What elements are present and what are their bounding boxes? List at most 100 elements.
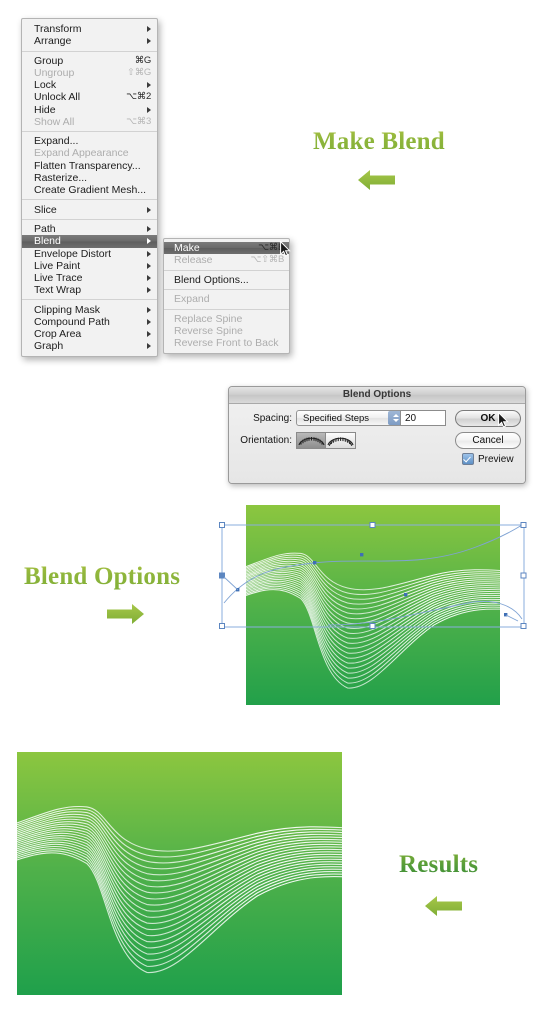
menu-item-label: Blend Options... — [174, 273, 249, 286]
align-to-page-button[interactable] — [296, 432, 327, 449]
menu-item-shortcut: ⌥⇧⌘B — [250, 254, 284, 266]
menu-item-live-trace[interactable]: Live Trace — [22, 272, 157, 284]
menu-item-unlock-all[interactable]: Unlock All ⌥⌘2 — [22, 91, 157, 103]
menu-item-lock[interactable]: Lock — [22, 79, 157, 91]
menu-item-live-paint[interactable]: Live Paint — [22, 260, 157, 272]
orientation-label: Orientation: — [240, 435, 292, 446]
menu-item-blend[interactable]: Blend — [22, 235, 157, 248]
menu-item-label: Text Wrap — [34, 284, 82, 297]
menu-item-show-all: Show All ⌥⌘3 — [22, 116, 157, 128]
submenu-item-expand: Expand — [164, 293, 289, 305]
menu-item-label: Path — [34, 223, 56, 236]
menu-item-shortcut: ⌘G — [134, 54, 152, 66]
ok-button[interactable]: OK — [455, 410, 521, 427]
menu-item-label: Ungroup — [34, 66, 75, 79]
submenu-item-make[interactable]: Make ⌥⌘B — [164, 242, 289, 255]
menu-item-create-gradient-mesh[interactable]: Create Gradient Mesh... — [22, 184, 157, 196]
chevron-right-icon — [147, 226, 151, 233]
page-title-results: Results — [399, 851, 479, 878]
cancel-button[interactable]: Cancel — [455, 432, 521, 449]
blend-submenu[interactable]: Make ⌥⌘B Release ⌥⇧⌘B Blend Options... Expand… — [163, 238, 290, 355]
menu-item-path[interactable]: Path — [22, 223, 157, 235]
menu-item-graph[interactable]: Graph — [22, 340, 157, 352]
arrow-left-make-blend-icon — [357, 168, 397, 192]
submenu-item-release: Release ⌥⇧⌘B — [164, 254, 289, 266]
steps-input[interactable]: 20 — [400, 410, 446, 426]
menu-item-label: Hide — [34, 103, 56, 116]
menu-item-text-wrap[interactable]: Text Wrap — [22, 284, 157, 296]
menu-item-crop-area[interactable]: Crop Area — [22, 328, 157, 340]
spacing-label: Spacing: — [253, 413, 292, 424]
menu-item-label: Compound Path — [34, 315, 110, 328]
chevron-right-icon — [147, 262, 151, 269]
menu-item-label: Rasterize... — [34, 171, 88, 184]
arrow-right-blend-options-icon — [105, 602, 145, 626]
chevron-right-icon — [147, 26, 151, 33]
preview-checkbox[interactable] — [462, 453, 474, 465]
menu-item-label: Slice — [34, 203, 57, 216]
chevron-right-icon — [147, 238, 151, 245]
chevron-right-icon — [147, 318, 151, 325]
chevron-right-icon — [147, 82, 151, 89]
arrow-left-results-icon — [424, 894, 464, 918]
menu-separator — [22, 218, 157, 220]
menu-separator — [22, 299, 157, 301]
menu-item-clipping-mask[interactable]: Clipping Mask — [22, 304, 157, 316]
menu-item-label: Transform — [34, 23, 82, 35]
menu-item-label: Live Paint — [34, 259, 81, 272]
blend-artwork-selected[interactable] — [246, 505, 500, 705]
object-menu[interactable]: Transform Arrange Group ⌘G Ungroup ⇧⌘G Lock Unl… — [21, 18, 158, 358]
chevron-right-icon — [147, 274, 151, 281]
menu-item-label: Lock — [34, 79, 57, 92]
menu-item-label: Make — [174, 242, 200, 254]
menu-item-label: Release — [174, 254, 213, 267]
menu-item-compound-path[interactable]: Compound Path — [22, 316, 157, 328]
menu-item-group[interactable]: Group ⌘G — [22, 55, 157, 67]
menu-item-label: Group — [34, 54, 64, 67]
menu-item-label: Unlock All — [34, 91, 81, 104]
dialog-title: Blend Options — [229, 387, 525, 404]
menu-item-expand[interactable]: Expand... — [22, 135, 157, 147]
steps-input-value: 20 — [405, 412, 417, 424]
menu-item-shortcut: ⇧⌘G — [127, 66, 151, 78]
menu-item-hide[interactable]: Hide — [22, 104, 157, 116]
menu-item-expand-appearance: Expand Appearance — [22, 147, 157, 159]
spacing-select-value: Specified Steps — [303, 412, 370, 424]
menu-item-label: Flatten Transparency... — [34, 159, 141, 172]
align-to-path-button[interactable] — [325, 432, 356, 449]
submenu-item-reverse-front-to-back: Reverse Front to Back — [164, 337, 289, 349]
menu-item-label: Expand Appearance — [34, 147, 129, 160]
menu-item-label: Live Trace — [34, 271, 83, 284]
menu-separator — [22, 131, 157, 133]
menu-item-rasterize[interactable]: Rasterize... — [22, 172, 157, 184]
chevron-right-icon — [147, 331, 151, 338]
menu-item-label: Expand... — [34, 135, 79, 148]
menu-item-slice[interactable]: Slice — [22, 204, 157, 216]
menu-item-label: Reverse Front to Back — [174, 337, 279, 350]
tutorial-stage: Transform Arrange Group ⌘G Ungroup ⇧⌘G Lock Unl… — [0, 0, 552, 1022]
blend-artwork-result — [17, 752, 342, 995]
submenu-item-blend-options[interactable]: Blend Options... — [164, 274, 289, 286]
menu-item-shortcut: ⌥⌘3 — [126, 115, 151, 127]
menu-item-arrange[interactable]: Arrange — [22, 35, 157, 47]
menu-separator — [164, 289, 289, 291]
menu-item-label: Expand — [174, 293, 210, 306]
chevron-right-icon — [147, 38, 151, 45]
menu-item-label: Show All — [34, 115, 75, 128]
menu-item-label: Create Gradient Mesh... — [34, 184, 147, 196]
spacing-select[interactable]: Specified Steps — [296, 410, 404, 426]
chevron-right-icon — [147, 106, 151, 113]
preview-label: Preview — [478, 453, 514, 465]
menu-item-shortcut: ⌥⌘2 — [126, 91, 151, 103]
menu-item-label: Graph — [34, 340, 64, 353]
menu-separator — [22, 50, 157, 52]
menu-separator — [22, 199, 157, 201]
page-title-make-blend: Make Blend — [313, 128, 445, 155]
menu-item-label: Blend — [34, 235, 61, 248]
menu-item-envelope-distort[interactable]: Envelope Distort — [22, 248, 157, 260]
menu-item-flatten-transparency[interactable]: Flatten Transparency... — [22, 160, 157, 172]
menu-item-label: Envelope Distort — [34, 247, 112, 260]
menu-item-label: Clipping Mask — [34, 303, 100, 316]
preview-checkbox-row[interactable]: Preview — [462, 453, 514, 465]
menu-item-transform[interactable]: Transform — [22, 23, 157, 35]
